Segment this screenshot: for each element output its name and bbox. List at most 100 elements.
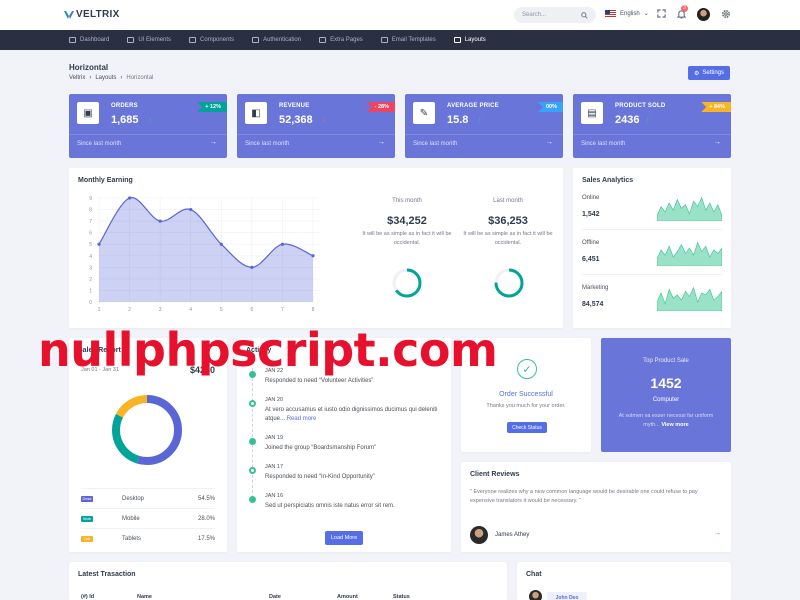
activity-text-wrap: Sed ut perspiciatis omnis iste natus err… (265, 502, 455, 511)
data-point[interactable] (127, 196, 132, 200)
arrow-up-icon: ↑ (148, 115, 152, 124)
data-point[interactable] (219, 242, 223, 246)
data-point[interactable] (311, 254, 315, 258)
divider (573, 134, 731, 135)
activity-text: Joined the group “Boardsmanship Forum” (265, 445, 377, 451)
us-flag-icon (605, 10, 616, 17)
arrow-up-icon: ↑ (477, 115, 482, 124)
nav-item[interactable]: Authentication (252, 37, 301, 43)
chat-name: John Deo (547, 592, 587, 600)
stat-change-badge: 00% (537, 102, 563, 112)
read-more-link[interactable]: Read more (287, 416, 317, 422)
card-title: Activity (246, 347, 272, 354)
column-header[interactable]: Name (137, 594, 269, 600)
analytics-name: Online (582, 195, 600, 201)
search-input[interactable]: Search... (514, 7, 596, 23)
arrow-down-icon: ↓ (322, 115, 327, 124)
analytics-name: Marketing (582, 285, 609, 291)
reviewer-avatar (470, 526, 488, 544)
nav-item[interactable]: Email Templates (380, 37, 436, 43)
layers-icon (189, 37, 197, 43)
settings-label: Settings (702, 70, 725, 76)
divider (582, 229, 722, 230)
activity-item: JAN 19 Joined the group “Boardsmanship Fo… (265, 435, 455, 453)
monthly-earning-chart: 01234567891 2 3 4 5 6 7 8 (89, 196, 321, 313)
x-tick-label: 3 (159, 307, 162, 313)
home-icon (69, 37, 76, 43)
last-month-column: Last month $36,253 It will be as simple … (463, 198, 553, 248)
column-header[interactable]: Date (269, 594, 337, 600)
data-point[interactable] (250, 265, 254, 269)
nav-item-label: Dashboard (80, 37, 110, 43)
this-month-progress-ring (392, 268, 422, 298)
order-title: Order Successful (499, 391, 553, 398)
column-header[interactable]: (#) Id (81, 594, 137, 600)
card-title: Client Reviews (470, 471, 520, 478)
arrow-right-icon[interactable]: → (714, 530, 721, 537)
lock-icon (252, 37, 260, 43)
data-point[interactable] (97, 242, 101, 246)
legend-tag: Mob (81, 515, 93, 522)
chevron-right-icon: › (89, 75, 92, 81)
chevron-down-icon: ⌄ (643, 11, 649, 17)
data-point[interactable] (280, 242, 285, 246)
view-more-link[interactable]: View more (661, 422, 688, 428)
analytics-name: Offline (582, 240, 600, 246)
latest-transactions-card: Latest Trasaction (#) Id Name Date Amoun… (69, 562, 507, 600)
stat-change-badge: - 28% (366, 102, 395, 112)
nav-item-label: Email Templates (391, 37, 436, 43)
x-tick-label: 7 (281, 307, 284, 313)
activity-text-wrap: Responded to need “Volunteer Activities” (265, 377, 455, 386)
gear-icon: ⚙ (693, 70, 700, 77)
y-tick-label: 6 (89, 231, 92, 237)
language-selector[interactable]: English ⌄ (605, 10, 649, 17)
analytics-value: 6,451 (582, 256, 600, 263)
gear-icon[interactable] (720, 9, 731, 20)
monthly-earning-card: Monthly Earning 012345678912345678 This … (69, 168, 563, 328)
notification-badge: 3 (681, 5, 688, 12)
legend-tag: Tab (81, 535, 93, 542)
activity-date: JAN 16 (265, 493, 284, 499)
area-fill (99, 197, 313, 302)
last-month-value: $36,253 (488, 215, 528, 227)
nav-item[interactable]: Components (189, 37, 234, 43)
settings-button[interactable]: ⚙ Settings (688, 66, 730, 80)
y-tick-label: 5 (89, 242, 92, 248)
data-point[interactable] (189, 207, 193, 212)
load-more-button[interactable]: Load More (325, 531, 363, 545)
stat-card: ▤ PRODUCT SOLD 2436 ↑ + 84% Since last month → (573, 94, 731, 158)
breadcrumb-item[interactable]: Veltrix (69, 75, 85, 81)
nav-item[interactable]: Layouts (453, 37, 486, 43)
timeline-dot (249, 438, 256, 445)
timeline-dot (249, 400, 256, 407)
order-subtitle: Thanks you much for your order. (486, 403, 566, 409)
arrow-right-icon[interactable]: → (714, 139, 721, 146)
arrow-right-icon[interactable]: → (210, 139, 217, 146)
layout-icon (453, 37, 461, 43)
breadcrumb-item[interactable]: Layouts (95, 75, 116, 81)
nav-item[interactable]: Extra Pages (319, 37, 363, 43)
chat-avatar (529, 590, 542, 600)
arrow-right-icon[interactable]: → (378, 139, 385, 146)
card-title: Chat (526, 571, 542, 578)
brand-logo[interactable]: VELTRIX (64, 9, 120, 20)
stat-since-text: Since last month (413, 141, 458, 147)
data-point[interactable] (158, 219, 162, 223)
arrow-right-icon[interactable]: → (546, 139, 553, 146)
nav-item[interactable]: Dashboard (69, 37, 109, 43)
y-tick-label: 3 (89, 265, 92, 271)
stat-card: ◧ REVENUE 52,368 ↓ - 28% Since last month → (237, 94, 395, 158)
page-title: Horizontal (69, 63, 109, 72)
check-status-button[interactable]: Check Status (507, 422, 547, 433)
stat-value: 1,685 (111, 114, 139, 126)
column-header[interactable]: Status (393, 594, 443, 600)
legend-row: Tab Tablets 17.5% (81, 528, 215, 548)
user-avatar[interactable] (697, 8, 710, 21)
fullscreen-icon[interactable] (656, 9, 667, 20)
cube-icon: ▣ (77, 102, 99, 124)
column-header[interactable]: Amount (337, 594, 393, 600)
nav-item[interactable]: UI Elements (127, 37, 171, 43)
sparkline-area (657, 196, 722, 221)
legend-name: Mobile (122, 515, 140, 522)
activity-date: JAN 20 (265, 397, 284, 403)
